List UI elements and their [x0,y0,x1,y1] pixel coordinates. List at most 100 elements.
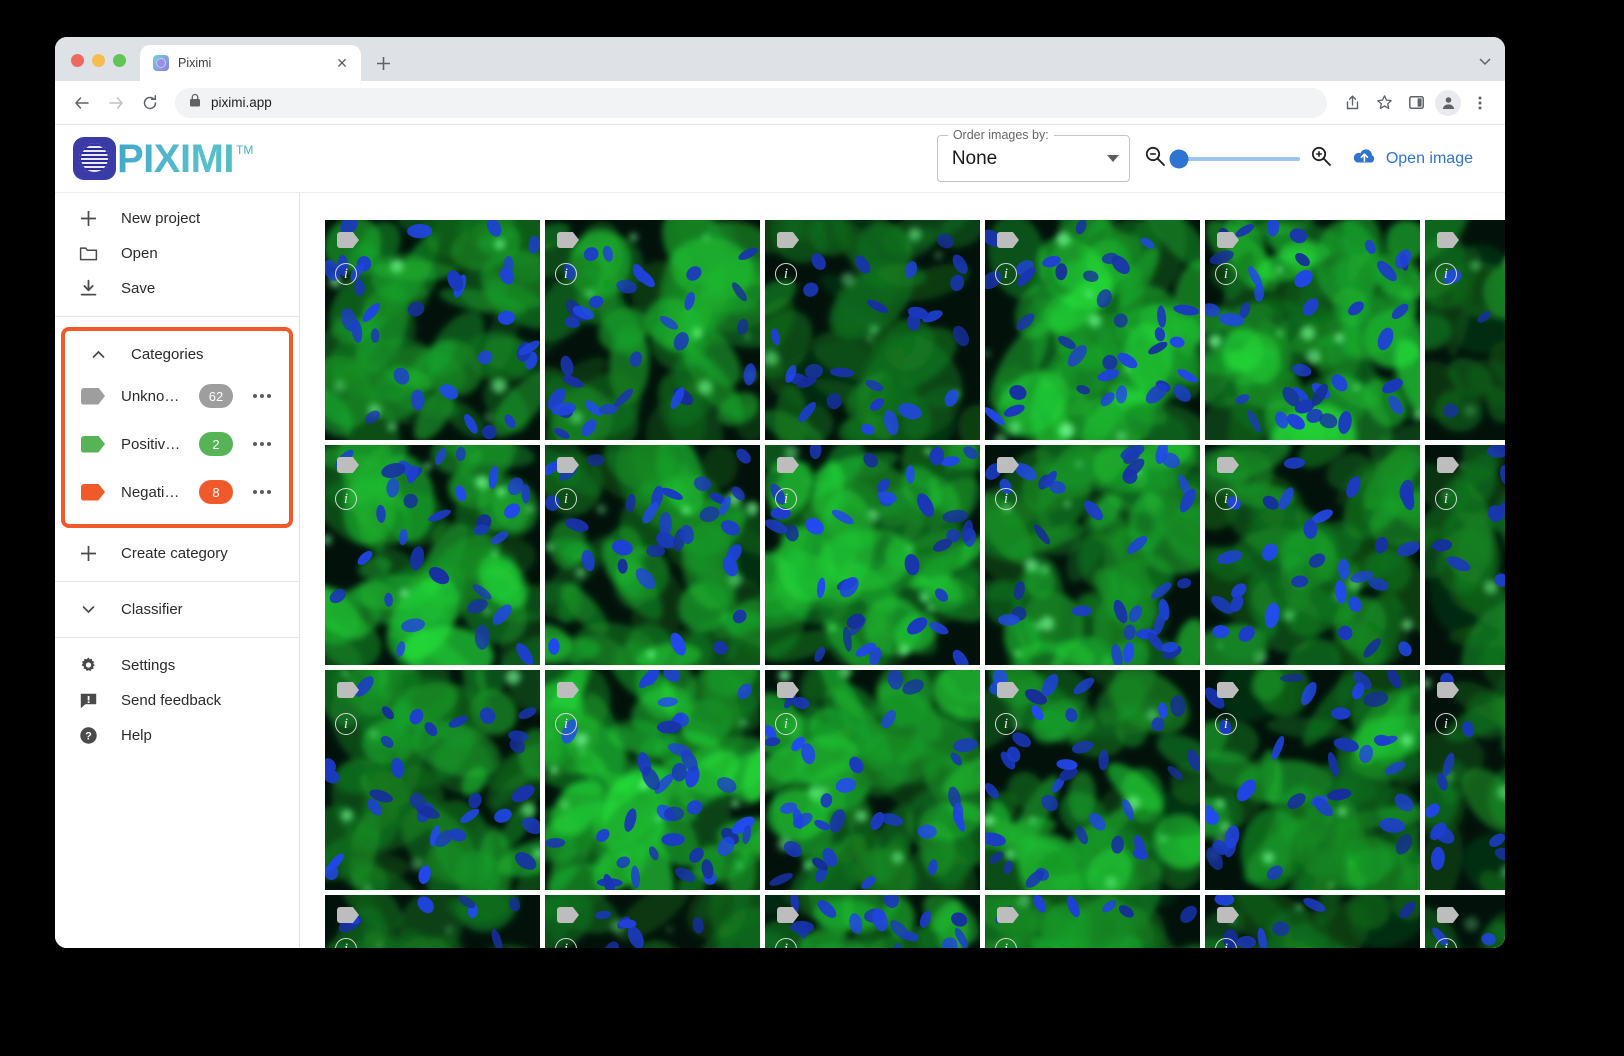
image-thumbnail[interactable]: i [985,220,1200,440]
side-panel-icon[interactable] [1401,88,1431,118]
chevron-down-icon [77,599,99,621]
sidebar-item-label: Send feedback [121,692,222,709]
info-icon[interactable]: i [1435,263,1457,285]
image-thumbnail[interactable]: i [985,445,1200,665]
sidebar-item-label: Settings [121,657,176,674]
address-bar[interactable]: piximi.app [175,87,1327,118]
info-icon[interactable]: i [1215,263,1237,285]
image-thumbnail[interactable]: i [765,220,980,440]
kebab-menu-icon[interactable] [249,490,275,494]
app-body: New project Open Save Categories Unknown… [55,193,1505,948]
sidebar-item-new-project[interactable]: New project [55,201,299,236]
sidebar-item-label: Open [121,245,158,262]
zoom-slider-thumb[interactable] [1169,149,1189,168]
svg-text:?: ? [85,731,92,743]
info-icon[interactable]: i [335,713,357,735]
image-thumbnail[interactable]: i [1205,445,1420,665]
category-label: Positive Control (G… [121,435,183,453]
info-icon[interactable]: i [555,488,577,510]
zoom-in-icon[interactable] [1310,145,1332,172]
profile-icon[interactable] [1435,89,1461,116]
sidebar-item-save[interactable]: Save [55,271,299,306]
reload-button[interactable] [135,88,165,118]
image-thumbnail[interactable]: i [765,670,980,890]
image-thumbnail[interactable]: i [1205,895,1420,948]
piximi-favicon [153,55,169,71]
info-icon[interactable]: i [1435,713,1457,735]
info-icon[interactable]: i [1215,488,1237,510]
sidebar-item-send-feedback[interactable]: Send feedback [55,683,299,718]
info-icon[interactable]: i [335,488,357,510]
image-thumbnail[interactable]: i [325,220,540,440]
share-icon[interactable] [1337,88,1367,118]
image-thumbnail[interactable]: i [1205,670,1420,890]
trademark-symbol: TM [236,143,254,157]
image-thumbnail[interactable]: i [325,445,540,665]
info-icon[interactable]: i [555,263,577,285]
star-icon[interactable] [1369,88,1399,118]
image-grid-area[interactable]: iiiiiiiiiiiiiiiiiiiiiiii [300,193,1505,948]
new-tab-button[interactable] [369,49,397,77]
kebab-menu-icon[interactable] [249,442,275,446]
piximi-logo-text: PIXIMI [117,136,235,181]
categories-section-highlight: Categories Unknown 62 Positive Control (… [61,327,293,528]
tabstrip-overflow[interactable] [1477,53,1493,74]
info-icon[interactable]: i [1435,488,1457,510]
image-thumbnail[interactable]: i [985,670,1200,890]
browser-tab[interactable]: Piximi ✕ [140,45,361,81]
category-label: Negative Control (… [121,483,183,501]
category-row-unknown[interactable]: Unknown 62 [65,372,289,420]
image-thumbnail[interactable]: i [765,445,980,665]
info-icon[interactable]: i [775,488,797,510]
sidebar-item-open[interactable]: Open [55,236,299,271]
category-row-negative-control[interactable]: Negative Control (… 8 [65,468,289,516]
info-icon[interactable]: i [775,263,797,285]
forward-button[interactable] [101,88,131,118]
sidebar-item-settings[interactable]: Settings [55,648,299,683]
zoom-slider[interactable] [1169,149,1300,168]
sidebar-item-label: Save [121,280,156,297]
browser-omnibox-bar: piximi.app [55,81,1505,125]
sidebar-divider [55,581,299,582]
image-thumbnail[interactable]: i [325,895,540,948]
info-icon[interactable]: i [1215,713,1237,735]
image-thumbnail[interactable]: i [1205,220,1420,440]
info-icon[interactable]: i [995,263,1017,285]
sidebar-item-help[interactable]: ? Help [55,718,299,753]
chevron-down-icon[interactable] [1477,53,1493,74]
image-thumbnail[interactable]: i [1425,445,1505,665]
image-thumbnail[interactable]: i [545,670,760,890]
close-tab-button[interactable]: ✕ [333,54,351,72]
open-image-button[interactable]: Open image [1346,141,1479,177]
info-icon[interactable]: i [995,488,1017,510]
image-thumbnail[interactable]: i [545,445,760,665]
image-thumbnail[interactable]: i [1425,220,1505,440]
minimize-window-button[interactable] [92,54,105,67]
zoom-out-icon[interactable] [1144,145,1166,172]
plus-icon [77,208,99,230]
image-grid: iiiiiiiiiiiiiiiiiiiiiiii [325,220,1505,948]
image-thumbnail[interactable]: i [545,220,760,440]
image-thumbnail[interactable]: i [545,895,760,948]
more-icon[interactable] [1465,88,1495,118]
image-thumbnail[interactable]: i [765,895,980,948]
kebab-menu-icon[interactable] [249,394,275,398]
info-icon[interactable]: i [995,713,1017,735]
image-thumbnail[interactable]: i [985,895,1200,948]
sidebar-item-classifier[interactable]: Classifier [55,592,299,627]
close-window-button[interactable] [71,54,84,67]
chevron-down-icon[interactable] [1106,155,1119,162]
category-row-positive-control[interactable]: Positive Control (G… 2 [65,420,289,468]
piximi-logo: PIXIMI TM [73,137,253,180]
back-button[interactable] [67,88,97,118]
maximize-window-button[interactable] [113,54,126,67]
image-thumbnail[interactable]: i [1425,670,1505,890]
info-icon[interactable]: i [555,713,577,735]
info-icon[interactable]: i [335,263,357,285]
order-images-by-select[interactable]: Order images by: None [936,128,1130,182]
categories-section-header[interactable]: Categories [65,337,289,372]
info-icon[interactable]: i [775,713,797,735]
image-thumbnail[interactable]: i [325,670,540,890]
sidebar-item-create-category[interactable]: Create category [55,536,299,571]
image-thumbnail[interactable]: i [1425,895,1505,948]
